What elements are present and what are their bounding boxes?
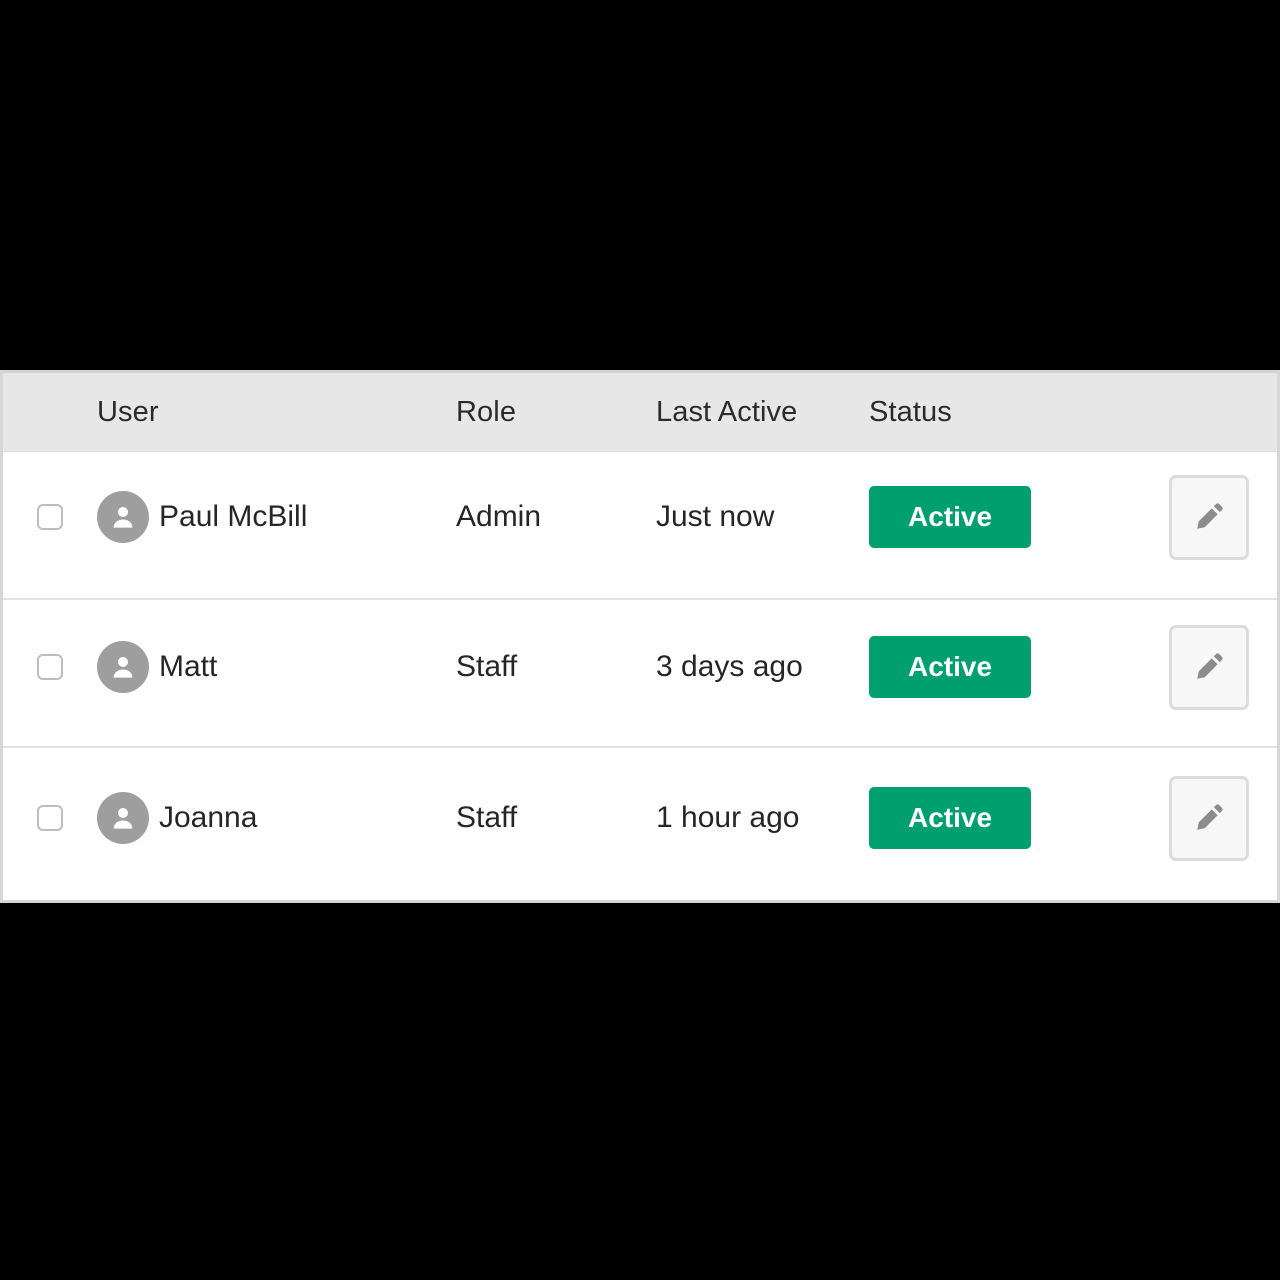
row-role-cell: Staff — [456, 650, 656, 690]
users-table: User Role Last Active Status Paul McBill… — [0, 370, 1280, 903]
user-avatar-icon — [97, 491, 149, 543]
row-actions-cell — [1141, 624, 1277, 716]
user-last-active: Just now — [656, 500, 775, 533]
row-status-cell: Active — [869, 636, 1141, 704]
status-badge-active[interactable]: Active — [869, 787, 1031, 849]
edit-row-button[interactable] — [1169, 775, 1249, 861]
pencil-icon — [1197, 653, 1223, 679]
screen-root: User Role Last Active Status Paul McBill… — [0, 0, 1280, 1280]
row-role-cell: Admin — [456, 500, 656, 542]
header-status-cell: Status — [869, 396, 1141, 429]
user-avatar-icon — [97, 641, 149, 693]
table-row[interactable]: Paul McBill Admin Just now Active — [3, 452, 1277, 600]
status-badge-active[interactable]: Active — [869, 486, 1031, 548]
table-header-row: User Role Last Active Status — [3, 370, 1277, 452]
header-user-cell: User — [97, 396, 456, 429]
column-header-user: User — [97, 395, 159, 428]
header-role-cell: Role — [456, 396, 656, 429]
column-header-last-active: Last Active — [656, 395, 798, 428]
user-role: Staff — [456, 650, 518, 683]
user-name: Matt — [159, 650, 218, 683]
user-last-active: 3 days ago — [656, 650, 803, 683]
row-last-active-cell: 1 hour ago — [656, 801, 869, 841]
column-header-status: Status — [869, 395, 952, 428]
pencil-icon — [1197, 503, 1223, 529]
row-last-active-cell: 3 days ago — [656, 650, 869, 690]
row-user-cell: Joanna — [97, 792, 456, 850]
header-last-active-cell: Last Active — [656, 396, 869, 429]
user-role: Admin — [456, 500, 542, 533]
edit-row-button[interactable] — [1169, 624, 1249, 710]
row-role-cell: Staff — [456, 801, 656, 841]
column-header-role: Role — [456, 395, 517, 428]
row-checkbox[interactable] — [37, 504, 63, 530]
row-select-cell — [3, 504, 97, 538]
user-name: Paul McBill — [159, 500, 308, 533]
user-role: Staff — [456, 801, 518, 834]
row-user-cell: Matt — [97, 641, 456, 699]
user-last-active: 1 hour ago — [656, 801, 800, 834]
pencil-icon — [1197, 804, 1223, 830]
row-last-active-cell: Just now — [656, 500, 869, 542]
row-user-cell: Paul McBill — [97, 491, 456, 551]
row-select-cell — [3, 805, 97, 837]
row-actions-cell — [1141, 474, 1277, 568]
row-status-cell: Active — [869, 787, 1141, 855]
edit-row-button[interactable] — [1169, 474, 1249, 560]
status-badge-active[interactable]: Active — [869, 636, 1031, 698]
user-name: Joanna — [159, 801, 258, 834]
row-status-cell: Active — [869, 486, 1141, 556]
row-select-cell — [3, 654, 97, 686]
table-row[interactable]: Matt Staff 3 days ago Active — [3, 600, 1277, 748]
row-actions-cell — [1141, 775, 1277, 867]
row-checkbox[interactable] — [37, 805, 63, 831]
user-avatar-icon — [97, 792, 149, 844]
row-checkbox[interactable] — [37, 654, 63, 680]
table-row[interactable]: Joanna Staff 1 hour ago Active — [3, 748, 1277, 900]
